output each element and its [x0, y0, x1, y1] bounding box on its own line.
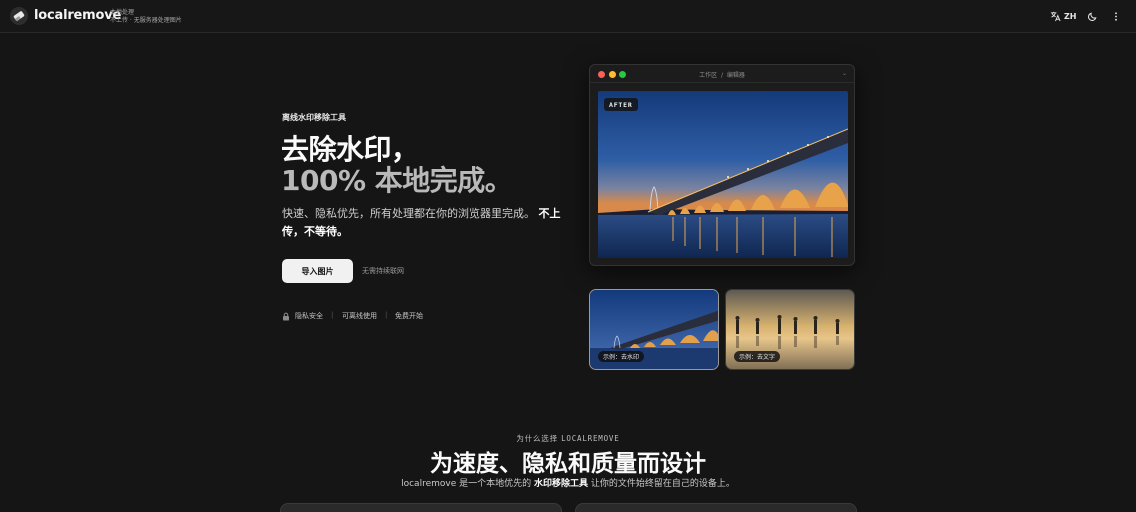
why-eyebrow: 为什么选择 LOCALREMOVE — [0, 433, 1136, 444]
breadcrumb-workspace: 工作区 — [699, 72, 718, 79]
example-label-chip: 示例：去文字 — [734, 351, 781, 362]
tagline-line-2: 不上传 · 无服务器处理图片 — [110, 17, 182, 24]
top-header: localremove 本地处理 不上传 · 无服务器处理图片 ZH — [0, 0, 1136, 33]
feature-label: 隐私安全 — [295, 312, 323, 320]
why-eyebrow-prefix: 为什么选择 — [516, 434, 558, 443]
feature-label: 可离线使用 — [342, 312, 377, 320]
import-image-button[interactable]: 导入图片 — [282, 259, 353, 283]
editor-titlebar: 工作区 / 编辑器 ⌄ — [590, 65, 854, 83]
feature-divider: | — [385, 311, 388, 319]
editor-window: 工作区 / 编辑器 ⌄ — [589, 64, 855, 266]
hero-headline-line-2: 100% 本地完成。 — [281, 164, 513, 197]
eraser-logo-icon[interactable] — [10, 7, 28, 25]
result-preview-image — [598, 91, 848, 258]
cta-note: 无需持续联网 — [362, 267, 404, 275]
why-subtitle: localremove 是一个本地优先的 水印移除工具 让你的文件始终留在自己的… — [0, 476, 1136, 489]
feature-privacy: 隐私安全 — [282, 311, 323, 321]
more-menu-button[interactable] — [1111, 9, 1121, 24]
translate-icon — [1050, 11, 1061, 22]
brand-name[interactable]: localremove — [34, 8, 121, 23]
example-thumbnail-text[interactable]: 示例：去文字 — [725, 289, 855, 370]
lock-icon — [283, 312, 289, 320]
example-label-chip: 示例：去水印 — [598, 351, 645, 362]
example-thumbnail-watermark[interactable]: 示例：去水印 — [589, 289, 719, 370]
bridge-night-photo — [598, 91, 848, 258]
why-subtitle-suffix: 让你的文件始终留在自己的设备上。 — [590, 479, 735, 489]
moon-icon — [1088, 12, 1097, 21]
feature-card — [280, 503, 562, 512]
editor-breadcrumb: 工作区 / 编辑器 — [590, 70, 854, 79]
brand-tagline: 本地处理 不上传 · 无服务器处理图片 — [110, 9, 182, 25]
feature-offline: 可离线使用 — [342, 311, 377, 321]
theme-toggle-button[interactable] — [1087, 9, 1098, 24]
more-vertical-icon — [1115, 12, 1117, 21]
breadcrumb-editor: 编辑器 — [726, 72, 745, 79]
after-badge: AFTER — [604, 98, 638, 111]
feature-free: 免费开始 — [395, 311, 423, 321]
language-switcher-button[interactable]: ZH — [1050, 9, 1077, 24]
why-title: 为速度、隐私和质量而设计 — [430, 451, 706, 477]
chevron-down-icon[interactable]: ⌄ — [842, 70, 847, 77]
feature-divider: | — [331, 311, 334, 319]
hero-eyebrow: 离线水印移除工具 — [282, 113, 346, 122]
hero-description-text: 快速、隐私优先，所有处理都在你的浏览器里完成。 — [282, 207, 535, 220]
feature-card — [575, 503, 857, 512]
language-label: ZH — [1064, 12, 1077, 21]
feature-label: 免费开始 — [395, 312, 423, 320]
breadcrumb-separator: / — [720, 72, 724, 79]
why-eyebrow-brand: LOCALREMOVE — [561, 434, 620, 443]
why-subtitle-prefix: localremove 是一个本地优先的 — [401, 479, 532, 489]
why-subtitle-emphasis: 水印移除工具 — [533, 479, 588, 489]
hero-description: 快速、隐私优先，所有处理都在你的浏览器里完成。 不上传，不等待。 — [282, 205, 582, 241]
tagline-line-1: 本地处理 — [110, 9, 135, 16]
